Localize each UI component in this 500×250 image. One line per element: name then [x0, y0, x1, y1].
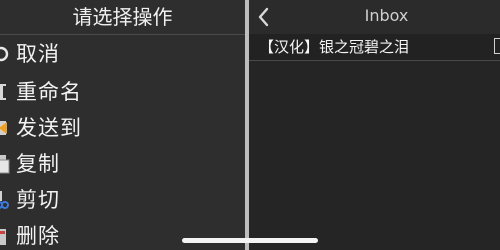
menu-item-cut[interactable]: 剪切 [0, 183, 245, 217]
inbox-title: Inbox [364, 6, 409, 25]
delete-icon [0, 226, 10, 246]
menu-title-divider [0, 34, 245, 35]
menu-item-label: 重命名 [16, 80, 82, 104]
file-checkbox[interactable] [494, 38, 500, 54]
menu-item-label: 取消 [16, 42, 60, 66]
inbox-header: Inbox [249, 0, 500, 34]
menu-item-cancel[interactable]: 取消 [0, 37, 245, 71]
send-to-icon [0, 118, 10, 138]
rename-icon [0, 82, 10, 102]
menu-item-rename[interactable]: 重命名 [0, 75, 245, 109]
menu-item-label: 复制 [16, 152, 60, 176]
menu-item-label: 发送到 [16, 116, 82, 140]
file-name: 【汉化】银之冠碧之泪 [259, 38, 410, 56]
menu-item-copy[interactable]: 复制 [0, 147, 245, 181]
screen: 请选择操作 取消 重命名 发送到 复制 剪切 删除 Inbox 【汉化】银之冠碧… [0, 0, 500, 250]
menu-title: 请选择操作 [72, 5, 173, 29]
file-row[interactable]: 【汉化】银之冠碧之泪 [249, 34, 500, 61]
menu-item-send-to[interactable]: 发送到 [0, 111, 245, 145]
copy-icon [0, 154, 10, 174]
menu-item-label: 删除 [16, 224, 60, 248]
scissors-icon [0, 190, 10, 210]
home-indicator[interactable] [182, 238, 318, 243]
inbox-panel: Inbox 【汉化】银之冠碧之泪 [249, 0, 500, 250]
menu-item-label: 剪切 [16, 188, 60, 212]
menu-item-delete[interactable]: 删除 [0, 219, 245, 250]
cancel-circle-icon [0, 44, 10, 64]
action-menu: 请选择操作 取消 重命名 发送到 复制 剪切 删除 [0, 0, 245, 250]
